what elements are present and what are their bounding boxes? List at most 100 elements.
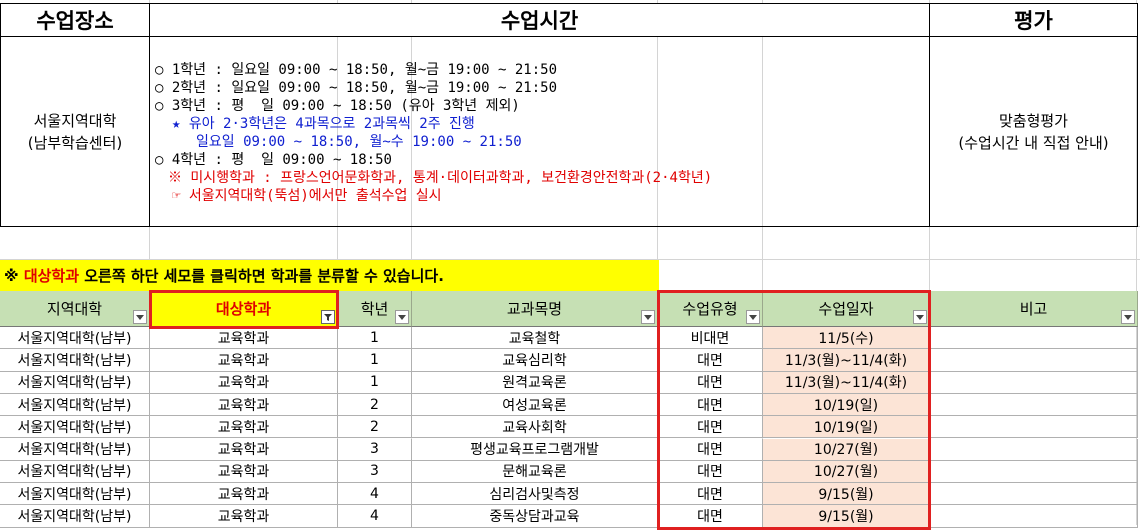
cell-class-type[interactable]: 대면 [658,460,763,484]
filter-dropdown-icon[interactable] [133,310,147,324]
cell-region[interactable]: 서울지역대학(남부) [0,460,150,484]
header-time: 수업시간 [149,3,930,37]
cell-class-date[interactable]: 10/27(월) [763,438,930,461]
notice-text: 오른쪽 하단 세모를 클릭하면 학과를 분류할 수 있습니다. [79,267,444,285]
cell-class-type[interactable]: 대면 [658,483,763,506]
cell-grade[interactable]: 4 [338,483,412,506]
header-evaluation: 평가 [929,3,1138,37]
cell-class-date[interactable]: 11/3(월)~11/4(화) [763,371,930,394]
cell-department[interactable]: 교육학과 [150,416,338,439]
cell-class-date[interactable]: 9/15(월) [763,505,930,528]
cell-grade[interactable]: 3 [338,438,412,461]
header-place: 수업장소 [0,3,150,37]
cell-region[interactable]: 서울지역대학(남부) [0,416,150,439]
cell-subject[interactable]: 여성교육론 [412,393,658,417]
schedule-ttukseom-note: ☞ 서울지역대학(뚝섬)에서만 출석수업 실시 [172,188,442,204]
filter-notice: ※ 대상학과 오른쪽 하단 세모를 클릭하면 학과를 분류할 수 있습니다. [0,260,659,291]
cell-class-date[interactable]: 9/15(월) [763,483,930,506]
cell-class-type[interactable]: 비대면 [658,327,763,350]
cell-region[interactable]: 서울지역대학(남부) [0,438,150,461]
cell-class-type[interactable]: 대면 [658,393,763,417]
cell-department[interactable]: 교육학과 [150,438,338,461]
filter-active-icon[interactable] [321,310,335,324]
col-header-remarks-label: 비고 [1019,300,1048,318]
col-header-class-date-label: 수업일자 [818,300,874,318]
cell-remarks[interactable] [930,371,1138,394]
cell-grade[interactable]: 2 [338,393,412,417]
col-header-class-date: 수업일자 [763,291,930,327]
cell-region[interactable]: 서울지역대학(남부) [0,483,150,506]
cell-remarks[interactable] [930,349,1138,372]
cell-department[interactable]: 교육학과 [150,349,338,372]
col-header-department-label: 대상학과 [215,300,272,318]
cell-remarks[interactable] [930,327,1138,350]
cell-remarks[interactable] [930,483,1138,506]
cell-class-type[interactable]: 대면 [658,371,763,394]
header-evaluation-label: 평가 [1014,9,1053,33]
cell-remarks[interactable] [930,460,1138,484]
cell-region[interactable]: 서울지역대학(남부) [0,349,150,372]
schedule-early-childhood-note: ★ 유아 2·3학년은 4과목으로 2과목씩 2주 진행 [172,116,475,132]
cell-region[interactable]: 서울지역대학(남부) [0,327,150,350]
cell-remarks[interactable] [930,393,1138,417]
col-header-region: 지역대학 [0,291,150,327]
cell-subject[interactable]: 평생교육프로그램개발 [412,438,658,461]
filter-dropdown-icon[interactable] [1121,310,1135,324]
cell-region[interactable]: 서울지역대학(남부) [0,505,150,528]
col-header-subject: 교과목명 [412,291,658,327]
cell-subject[interactable]: 문해교육론 [412,460,658,484]
cell-department[interactable]: 교육학과 [150,371,338,394]
evaluation-line2: (수업시간 내 직접 안내) [958,133,1109,152]
cell-remarks[interactable] [930,438,1138,461]
cell-department[interactable]: 교육학과 [150,327,338,350]
cell-remarks[interactable] [930,416,1138,439]
cell-department[interactable]: 교육학과 [150,483,338,506]
cell-grade[interactable]: 1 [338,349,412,372]
col-header-remarks: 비고 [930,291,1138,327]
location-line1: 서울지역대학 [33,111,117,130]
header-place-label: 수업장소 [36,9,114,33]
cell-class-type[interactable]: 대면 [658,349,763,372]
col-header-class-type-label: 수업유형 [682,300,738,318]
cell-grade[interactable]: 2 [338,416,412,439]
cell-department[interactable]: 교육학과 [150,460,338,484]
cell-class-date[interactable]: 10/19(일) [763,416,930,439]
cell-remarks[interactable] [930,505,1138,528]
cell-class-type[interactable]: 대면 [658,416,763,439]
cell-class-date[interactable]: 11/5(수) [763,327,930,350]
schedule-excluded-depts: ※ 미시행학과 : 프랑스언어문화학과, 통계·데이터과학과, 보건환경안전학과… [168,170,713,186]
cell-subject[interactable]: 중독상담과교육 [412,505,658,528]
cell-department[interactable]: 교육학과 [150,505,338,528]
cell-subject[interactable]: 교육심리학 [412,349,658,372]
cell-department[interactable]: 교육학과 [150,393,338,417]
schedule-grade3: ○ 3학년 : 평 일 09:00 ~ 18:50 (유아 3학년 제외) [155,98,520,114]
location-cell: 서울지역대학 (남부학습센터) [0,36,150,227]
cell-grade[interactable]: 4 [338,505,412,528]
cell-grade[interactable]: 1 [338,371,412,394]
cell-subject[interactable]: 교육철학 [412,327,658,350]
cell-class-date[interactable]: 10/27(월) [763,460,930,484]
notice-prefix: ※ [4,266,24,285]
col-header-department: 대상학과 [150,291,338,327]
filter-dropdown-icon[interactable] [913,310,927,324]
cell-class-type[interactable]: 대면 [658,505,763,528]
cell-subject[interactable]: 원격교육론 [412,371,658,394]
cell-class-date[interactable]: 10/19(일) [763,393,930,417]
cell-grade[interactable]: 3 [338,460,412,484]
schedule-grade1: ○ 1학년 : 일요일 09:00 ~ 18:50, 월~금 19:00 ~ 2… [155,62,558,78]
filter-dropdown-icon[interactable] [641,310,655,324]
evaluation-line1: 맞춤형평가 [998,111,1068,130]
notice-highlight: 대상학과 [23,267,80,285]
cell-subject[interactable]: 심리검사및측정 [412,483,658,506]
filter-dropdown-icon[interactable] [395,310,409,324]
col-header-grade: 학년 [338,291,412,327]
cell-subject[interactable]: 교육사회학 [412,416,658,439]
cell-region[interactable]: 서울지역대학(남부) [0,371,150,394]
cell-class-type[interactable]: 대면 [658,438,763,461]
schedule-cell: ○ 1학년 : 일요일 09:00 ~ 18:50, 월~금 19:00 ~ 2… [149,36,930,227]
cell-region[interactable]: 서울지역대학(남부) [0,393,150,417]
col-header-class-type: 수업유형 [658,291,763,327]
cell-class-date[interactable]: 11/3(월)~11/4(화) [763,349,930,372]
cell-grade[interactable]: 1 [338,327,412,350]
filter-dropdown-icon[interactable] [746,310,760,324]
